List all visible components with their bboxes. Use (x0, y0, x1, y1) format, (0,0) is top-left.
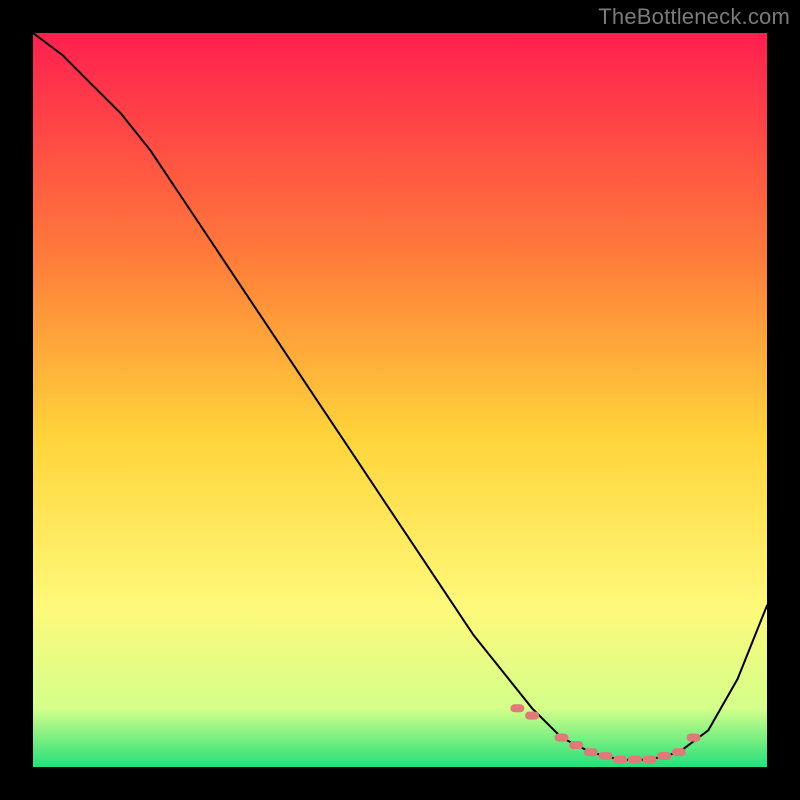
curve-marker (599, 752, 613, 760)
curve-marker (569, 741, 583, 749)
curve-marker (525, 712, 539, 720)
curve-marker (687, 734, 701, 742)
curve-marker (584, 748, 598, 756)
curve-marker (672, 748, 686, 756)
curve-marker (555, 734, 569, 742)
outer-black-frame: TheBottleneck.com (0, 0, 800, 800)
curve-marker (613, 756, 627, 764)
curve-marker (643, 756, 657, 764)
chart-background-gradient (33, 33, 767, 767)
curve-marker (628, 756, 642, 764)
watermark-text: TheBottleneck.com (598, 4, 790, 30)
chart-svg (33, 33, 767, 767)
curve-marker (657, 752, 671, 760)
curve-marker (510, 704, 524, 712)
chart-container (33, 33, 767, 767)
